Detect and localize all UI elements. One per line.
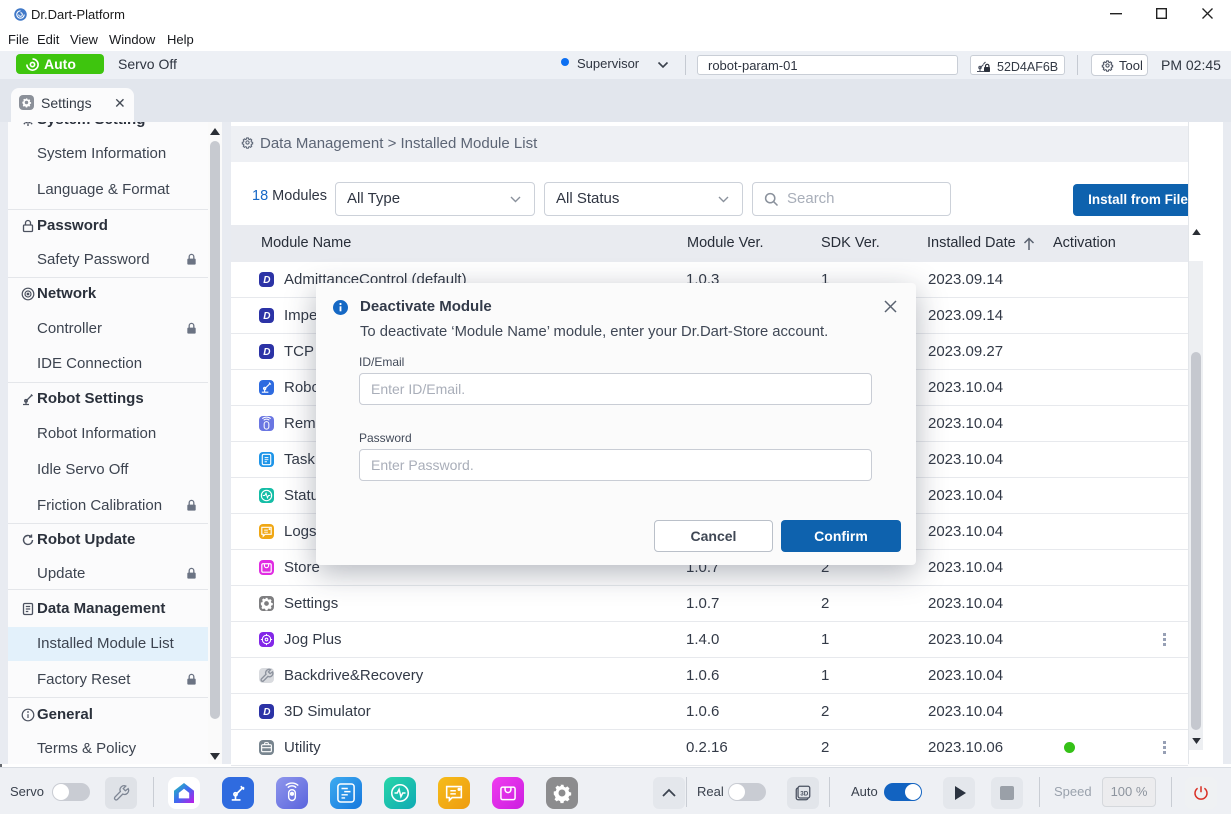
svg-text:D: D <box>263 275 270 286</box>
svg-text:D: D <box>263 707 270 718</box>
svg-text:D: D <box>263 311 270 322</box>
svg-text:3D: 3D <box>800 790 809 797</box>
svg-text:D: D <box>263 347 270 358</box>
